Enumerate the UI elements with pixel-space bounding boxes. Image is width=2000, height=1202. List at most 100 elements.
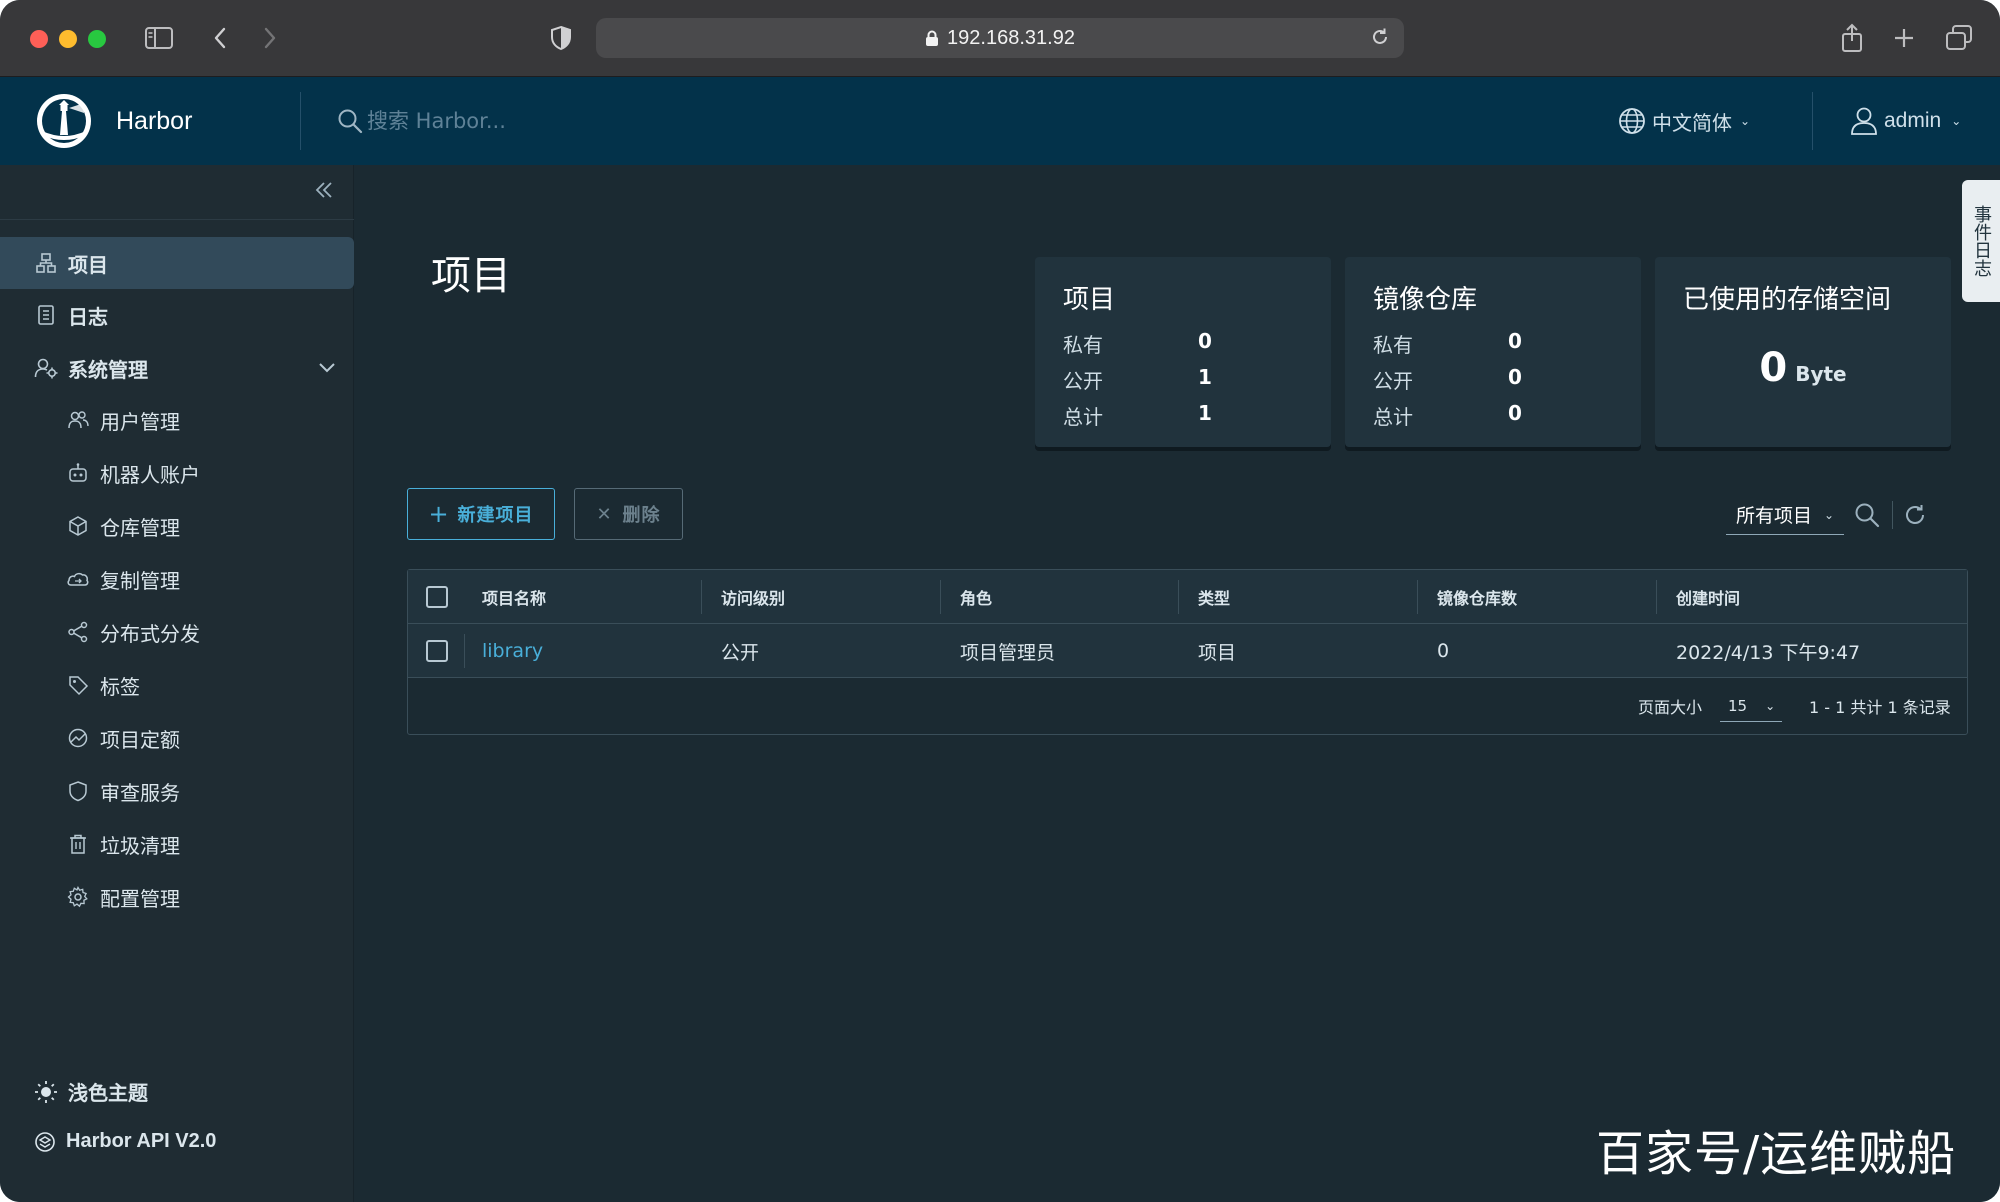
sidebar-item-labels[interactable]: 标签 [0, 659, 354, 711]
sidebar-item-interrogation-services[interactable]: 审查服务 [0, 765, 354, 817]
new-project-button[interactable]: + 新建项目 [407, 488, 555, 540]
filter-divider [1892, 501, 1894, 529]
column-header-created[interactable]: 创建时间 [1676, 570, 1740, 624]
page-title: 项目 [431, 253, 511, 299]
sidebar-item-label: 日志 [68, 304, 108, 329]
project-created-cell: 2022/4/13 下午9:47 [1676, 641, 1861, 664]
card-row-private: 私有 0 [1063, 329, 1263, 358]
select-all-checkbox[interactable] [426, 586, 448, 608]
sidebar-item-label: 垃圾清理 [100, 833, 180, 858]
page-size-select[interactable]: 15 ⌄ [1720, 690, 1782, 722]
theme-toggle[interactable]: 浅色主题 [34, 1077, 148, 1106]
api-link[interactable]: Harbor API V2.0 [34, 1130, 216, 1153]
admin-icon [34, 356, 58, 380]
user-menu[interactable]: admin ⌄ [1850, 77, 1961, 165]
sun-icon [34, 1080, 58, 1104]
sidebar-item-garbage-collection[interactable]: 垃圾清理 [0, 818, 354, 870]
sidebar-item-administration[interactable]: 系统管理 [0, 342, 354, 394]
row-checkbox[interactable] [426, 640, 448, 662]
collapse-sidebar-icon[interactable] [313, 179, 335, 201]
sidebar-item-replications[interactable]: 复制管理 [0, 553, 354, 605]
share-icon[interactable] [1838, 22, 1866, 54]
brand[interactable]: Harbor [0, 77, 300, 165]
column-header-type[interactable]: 类型 [1198, 570, 1230, 624]
column-divider[interactable] [1417, 580, 1418, 614]
chevron-down-icon[interactable] [318, 362, 336, 374]
chevron-down-icon: ⌄ [1740, 114, 1751, 128]
sidebar-item-label: 项目 [68, 252, 108, 277]
storage-number: 0 [1759, 345, 1788, 391]
search-icon [337, 108, 363, 134]
watermark: 百家号/运维贼船 [1596, 1126, 1957, 1182]
column-header-repo-count[interactable]: 镜像仓库数 [1437, 570, 1517, 624]
row-select-cell [426, 624, 448, 678]
storage-summary-card: 已使用的存储空间 0 Byte [1655, 257, 1951, 447]
column-divider[interactable] [940, 580, 941, 614]
card-title: 项目 [1063, 285, 1116, 315]
tabs-overview-icon[interactable] [1944, 22, 1974, 54]
search-icon[interactable] [1854, 502, 1880, 528]
public-count: 1 [1198, 365, 1212, 389]
sidebar-item-label: 分布式分发 [100, 621, 200, 646]
search-input[interactable] [367, 109, 767, 133]
total-label: 总计 [1373, 405, 1413, 429]
sidebar-item-registries[interactable]: 仓库管理 [0, 500, 354, 552]
tag-icon [66, 673, 90, 697]
column-divider[interactable] [1656, 580, 1657, 614]
pagination-info: 1 - 1 共计 1 条记录 [1809, 698, 1951, 717]
sidebar-item-robot-accounts[interactable]: 机器人账户 [0, 447, 354, 499]
plus-icon: + [428, 500, 450, 528]
total-count: 1 [1198, 401, 1212, 425]
page-size-value: 15 [1728, 696, 1748, 715]
replication-icon [66, 567, 90, 591]
column-divider[interactable] [701, 580, 702, 614]
sidebar-item-label: 仓库管理 [100, 515, 180, 540]
delete-button[interactable]: ✕ 删除 [574, 488, 683, 540]
reload-icon[interactable] [1370, 27, 1390, 47]
public-label: 公开 [1063, 369, 1103, 393]
project-name-link[interactable]: library [482, 624, 543, 678]
project-filter-select[interactable]: 所有项目 ⌄ [1726, 495, 1845, 535]
forward-icon[interactable] [258, 22, 282, 54]
public-count: 0 [1508, 365, 1522, 389]
project-role-cell: 项目管理员 [960, 641, 1056, 664]
table-row[interactable]: library 公开 项目管理员 项目 0 2022/4/13 下午9:47 [408, 624, 1967, 678]
column-header-role[interactable]: 角色 [960, 570, 992, 624]
global-search[interactable] [337, 108, 1537, 134]
event-log-tab[interactable]: 事件日志 [1962, 180, 2000, 302]
column-header-access[interactable]: 访问级别 [721, 570, 785, 624]
language-selector[interactable]: 中文简体 ⌄ [1618, 77, 1750, 165]
column-divider[interactable] [1178, 580, 1179, 614]
sidebar-item-users[interactable]: 用户管理 [0, 394, 354, 446]
api-label: Harbor API V2.0 [66, 1130, 217, 1152]
sidebar-toggle-icon[interactable] [144, 22, 174, 54]
close-window-button[interactable] [30, 30, 48, 48]
sidebar-item-label: 用户管理 [100, 409, 180, 434]
harbor-logo-icon [34, 91, 94, 151]
address-bar[interactable]: 192.168.31.92 [596, 18, 1404, 58]
users-icon [66, 408, 90, 432]
column-header-name[interactable]: 项目名称 [482, 570, 546, 624]
minimize-window-button[interactable] [59, 30, 77, 48]
refresh-icon[interactable] [1903, 503, 1927, 527]
projects-summary-card: 项目 私有 0 公开 1 总计 1 [1035, 257, 1331, 447]
sidebar-item-distributions[interactable]: 分布式分发 [0, 606, 354, 658]
sidebar-item-projects[interactable]: 项目 [0, 237, 354, 289]
browser-toolbar: 192.168.31.92 [0, 0, 2000, 77]
sidebar-item-label: 复制管理 [100, 568, 180, 593]
sidebar-item-quotas[interactable]: 项目定额 [0, 712, 354, 764]
repositories-summary-card: 镜像仓库 私有 0 公开 0 总计 0 [1345, 257, 1641, 447]
card-row-public: 公开 0 [1373, 365, 1573, 394]
distribution-icon [66, 620, 90, 644]
sidebar-item-configuration[interactable]: 配置管理 [0, 871, 354, 923]
app-header: Harbor 中文简体 ⌄ admin ⌄ [0, 77, 2000, 165]
sidebar-item-label: 系统管理 [68, 357, 148, 382]
back-icon[interactable] [208, 22, 232, 54]
new-tab-icon[interactable] [1891, 22, 1917, 54]
projects-table: 项目名称 访问级别 角色 类型 镜像仓库数 创建时间 library 公开 项目… [407, 569, 1968, 735]
sidebar-item-logs[interactable]: 日志 [0, 289, 354, 341]
private-label: 私有 [1063, 333, 1103, 357]
zoom-window-button[interactable] [88, 30, 106, 48]
projects-icon [34, 251, 58, 275]
shield-icon[interactable] [548, 22, 574, 54]
